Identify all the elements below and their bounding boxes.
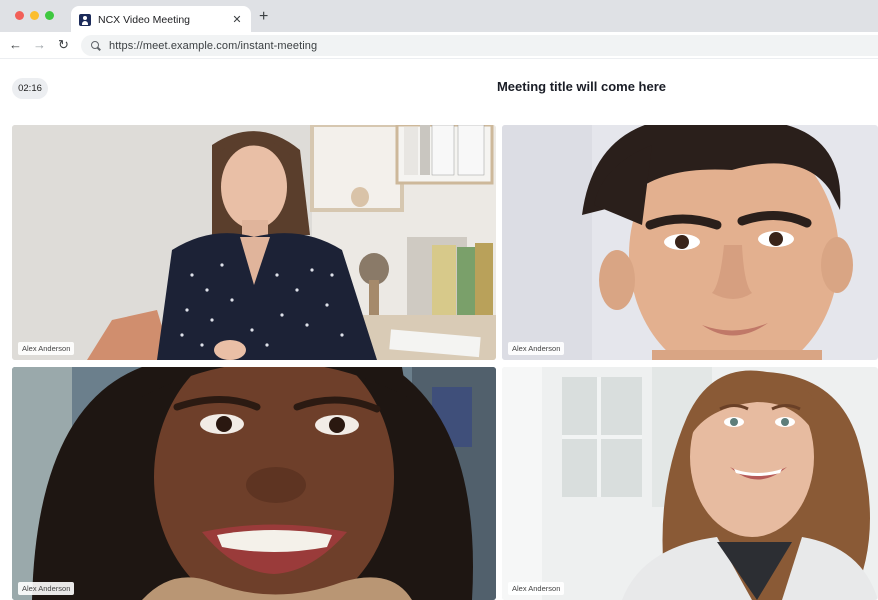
participant-video-image — [12, 125, 496, 360]
url-text[interactable]: https://meet.example.com/instant-meeting — [109, 40, 317, 52]
participant-name: Alex Anderson — [508, 342, 565, 355]
maximize-window-button[interactable] — [45, 11, 54, 20]
browser-tab-active[interactable]: NCX Video Meeting ✕ — [71, 6, 251, 33]
browser-toolbar: ← → ↻ https://meet.example.com/instant-m… — [0, 32, 878, 59]
participant-video-tile[interactable]: Alex Anderson — [12, 367, 496, 600]
participant-name: Alex Anderson — [18, 342, 75, 355]
minimize-window-button[interactable] — [30, 11, 39, 20]
participant-video-image — [502, 367, 878, 600]
search-icon — [91, 40, 101, 51]
back-arrow-icon[interactable]: ← — [9, 37, 22, 53]
close-window-button[interactable] — [15, 11, 24, 20]
meeting-page: 02:16 Meeting title will come here Alex … — [0, 59, 878, 600]
app-favicon-icon — [79, 13, 91, 26]
tab-title: NCX Video Meeting — [98, 13, 191, 26]
participant-name: Alex Anderson — [508, 582, 565, 595]
close-tab-icon[interactable]: ✕ — [231, 13, 243, 26]
browser-tab-strip: NCX Video Meeting ✕ + — [0, 0, 878, 33]
address-bar[interactable]: https://meet.example.com/instant-meeting — [81, 35, 878, 56]
participant-video-tile[interactable]: Alex Anderson — [502, 367, 878, 600]
participant-video-image — [12, 367, 496, 600]
participant-name: Alex Anderson — [18, 582, 75, 595]
participant-video-tile[interactable]: Alex Anderson — [12, 125, 496, 360]
forward-arrow-icon[interactable]: → — [33, 37, 46, 53]
meeting-title: Meeting title will come here — [496, 79, 667, 94]
reload-icon[interactable]: ↻ — [58, 37, 69, 53]
new-tab-button[interactable]: + — [259, 9, 268, 25]
meeting-timer: 02:16 — [12, 78, 48, 99]
participant-video-image — [502, 125, 878, 360]
participant-video-tile[interactable]: Alex Anderson — [502, 125, 878, 360]
